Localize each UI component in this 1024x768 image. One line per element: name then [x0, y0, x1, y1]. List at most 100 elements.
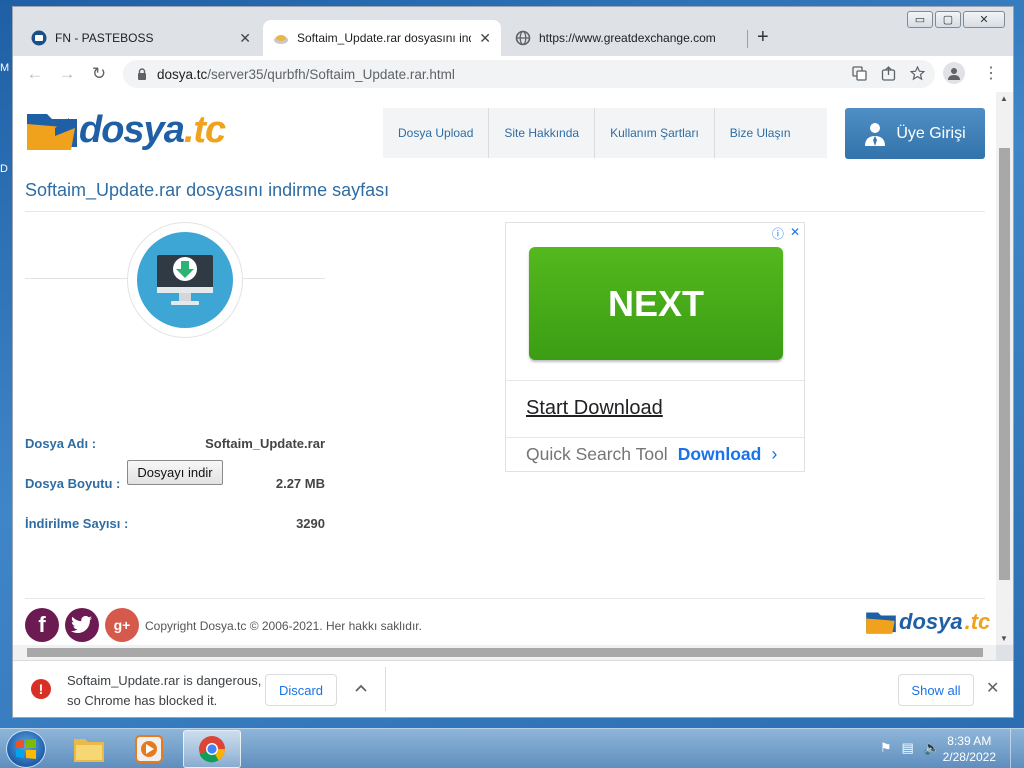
tab-strip: FN - PASTEBOSS ✕ Softaim_Update.rar dosy… — [21, 20, 921, 56]
ad-info-icon[interactable]: ⓘ — [772, 225, 784, 242]
divider — [25, 211, 985, 212]
file-name-row: Dosya Adı : Softaim_Update.rar — [25, 436, 325, 451]
download-file-button[interactable]: Dosyayı indir — [127, 460, 223, 485]
scrollbar-thumb[interactable] — [999, 148, 1010, 580]
download-illustration — [127, 222, 243, 338]
nav-item-upload[interactable]: Dosya Upload — [383, 108, 490, 158]
tab-divider — [747, 30, 748, 48]
dosya-favicon — [273, 30, 289, 46]
url-path: /server35/qurbfh/Softaim_Update.rar.html — [207, 66, 455, 82]
user-icon — [865, 122, 886, 146]
scroll-down-icon[interactable]: ▼ — [1000, 634, 1008, 643]
file-size-value: 2.27 MB — [275, 476, 325, 491]
file-name-value: Softaim_Update.rar — [205, 436, 325, 451]
ad-controls: ⓘ ✕ — [772, 225, 800, 242]
taskbar-media-player[interactable] — [120, 730, 178, 768]
tab-dosya[interactable]: Softaim_Update.rar dosyasını indi ✕ — [263, 20, 501, 56]
close-window-button[interactable]: ✕ — [963, 11, 1005, 28]
nav-item-terms[interactable]: Kullanım Şartları — [595, 108, 715, 158]
network-icon[interactable]: ▤ — [902, 740, 914, 756]
tab-title: https://www.greatdexchange.com — [539, 31, 716, 45]
url-host: dosya.tc — [157, 66, 208, 82]
browser-toolbar: ← → ↻ dosya.tc/server35/qurbfh/Softaim_U… — [13, 56, 1013, 92]
taskbar-explorer[interactable] — [60, 730, 118, 768]
lock-icon[interactable] — [137, 68, 147, 80]
download-count-label: İndirilme Sayısı : — [25, 516, 129, 531]
taskbar-chrome[interactable] — [183, 730, 241, 768]
ad-quick-search-text: Quick Search Tool — [526, 444, 668, 464]
nav-item-contact[interactable]: Bize Ulaşın — [715, 108, 827, 158]
ad-box: ⓘ ✕ NEXT Start Download Quick Search Too… — [505, 222, 805, 472]
forward-button[interactable]: → — [51, 64, 83, 84]
desktop-icon-label[interactable]: M — [0, 62, 9, 74]
site-nav: Dosya Upload Site Hakkında Kullanım Şart… — [383, 108, 827, 158]
ad-start-download-link[interactable]: Start Download — [526, 397, 663, 420]
copyright-text: Copyright Dosya.tc © 2006-2021. Her hakk… — [145, 619, 422, 633]
desktop-icon-label[interactable]: D — [0, 163, 8, 175]
taskbar-clock[interactable]: 8:39 AM 2/28/2022 — [943, 733, 996, 765]
back-button[interactable]: ← — [19, 64, 51, 84]
action-center-icon[interactable]: ⚑ — [880, 740, 892, 756]
download-shelf: ! Softaim_Update.rar is dangerous, so Ch… — [13, 660, 1013, 717]
login-button[interactable]: Üye Girişi — [845, 108, 985, 159]
file-size-label: Dosya Boyutu : — [25, 476, 121, 491]
address-bar[interactable]: dosya.tc/server35/qurbfh/Softaim_Update.… — [123, 60, 935, 88]
divider — [25, 598, 985, 599]
toolbar-right: ⋮ — [943, 62, 999, 84]
download-count-value: 3290 — [296, 516, 325, 531]
ad-next-button[interactable]: NEXT — [529, 247, 783, 360]
start-button[interactable] — [6, 730, 46, 768]
ad-bottom-link[interactable]: Quick Search Tool Download › — [526, 444, 777, 465]
folder-logo-icon — [27, 114, 77, 150]
clock-date: 2/28/2022 — [942, 750, 996, 764]
horizontal-scrollbar[interactable] — [13, 645, 996, 660]
download-count-row: İndirilme Sayısı : 3290 — [25, 516, 325, 531]
chevron-up-icon[interactable] — [355, 680, 367, 695]
tab-pasteboss[interactable]: FN - PASTEBOSS ✕ — [21, 20, 261, 56]
blocked-line-2: so Chrome has blocked it. — [67, 693, 218, 708]
translate-icon[interactable] — [852, 66, 867, 84]
browser-window: ▭ ▢ ✕ FN - PASTEBOSS ✕ Softaim_Update.ra… — [12, 6, 1014, 718]
login-button-label: Üye Girişi — [896, 124, 966, 142]
share-icon[interactable] — [881, 66, 896, 84]
footer-logo[interactable]: dosya .tc — [865, 608, 990, 636]
omnibox-actions — [852, 65, 926, 84]
pasteboss-icon — [31, 30, 47, 46]
bookmark-star-icon[interactable] — [909, 65, 926, 84]
close-tab-icon[interactable]: ✕ — [231, 30, 251, 47]
close-shelf-icon[interactable]: ✕ — [986, 678, 999, 698]
maximize-button[interactable]: ▢ — [935, 11, 961, 28]
download-blocked-message: Softaim_Update.rar is dangerous, so Chro… — [67, 671, 261, 711]
vertical-scrollbar[interactable]: ▲ ▼ — [996, 92, 1013, 645]
tab-greatdexchange[interactable]: https://www.greatdexchange.com — [505, 20, 745, 56]
system-tray: ⚑ ▤ 🔈 — [880, 740, 940, 756]
globe-icon — [515, 30, 531, 46]
ad-close-icon[interactable]: ✕ — [790, 225, 800, 242]
show-all-button[interactable]: Show all — [898, 674, 974, 706]
folder-icon — [74, 739, 104, 762]
reload-button[interactable]: ↻ — [83, 64, 115, 84]
close-tab-icon[interactable]: ✕ — [471, 30, 491, 47]
google-plus-icon[interactable]: g+ — [105, 608, 139, 642]
danger-warning-icon: ! — [31, 679, 51, 699]
twitter-icon[interactable] — [65, 608, 99, 642]
blocked-line-1: Softaim_Update.rar is dangerous, — [67, 673, 262, 688]
nav-item-about[interactable]: Site Hakkında — [489, 108, 596, 158]
new-tab-button[interactable]: + — [757, 26, 769, 49]
show-desktop-button[interactable] — [1010, 729, 1024, 768]
site-logo[interactable]: dosya.tc — [25, 108, 226, 152]
divider — [506, 437, 804, 438]
chevron-right-icon: › — [771, 444, 778, 464]
window-controls: ▭ ▢ ✕ — [907, 11, 1005, 28]
discard-button[interactable]: Discard — [265, 674, 337, 706]
page-title: Softaim_Update.rar dosyasını indirme say… — [25, 180, 390, 200]
volume-icon[interactable]: 🔈 — [924, 740, 940, 756]
scrollbar-thumb[interactable] — [27, 648, 983, 657]
more-menu-icon[interactable]: ⋮ — [983, 63, 999, 83]
divider — [506, 380, 804, 381]
scroll-up-icon[interactable]: ▲ — [1000, 94, 1008, 103]
facebook-icon[interactable]: f — [25, 608, 59, 642]
web-page: dosya.tc Dosya Upload Site Hakkında Kull… — [13, 92, 996, 645]
profile-avatar-icon[interactable] — [943, 62, 965, 84]
site-logo-text: dosya.tc — [79, 108, 226, 151]
